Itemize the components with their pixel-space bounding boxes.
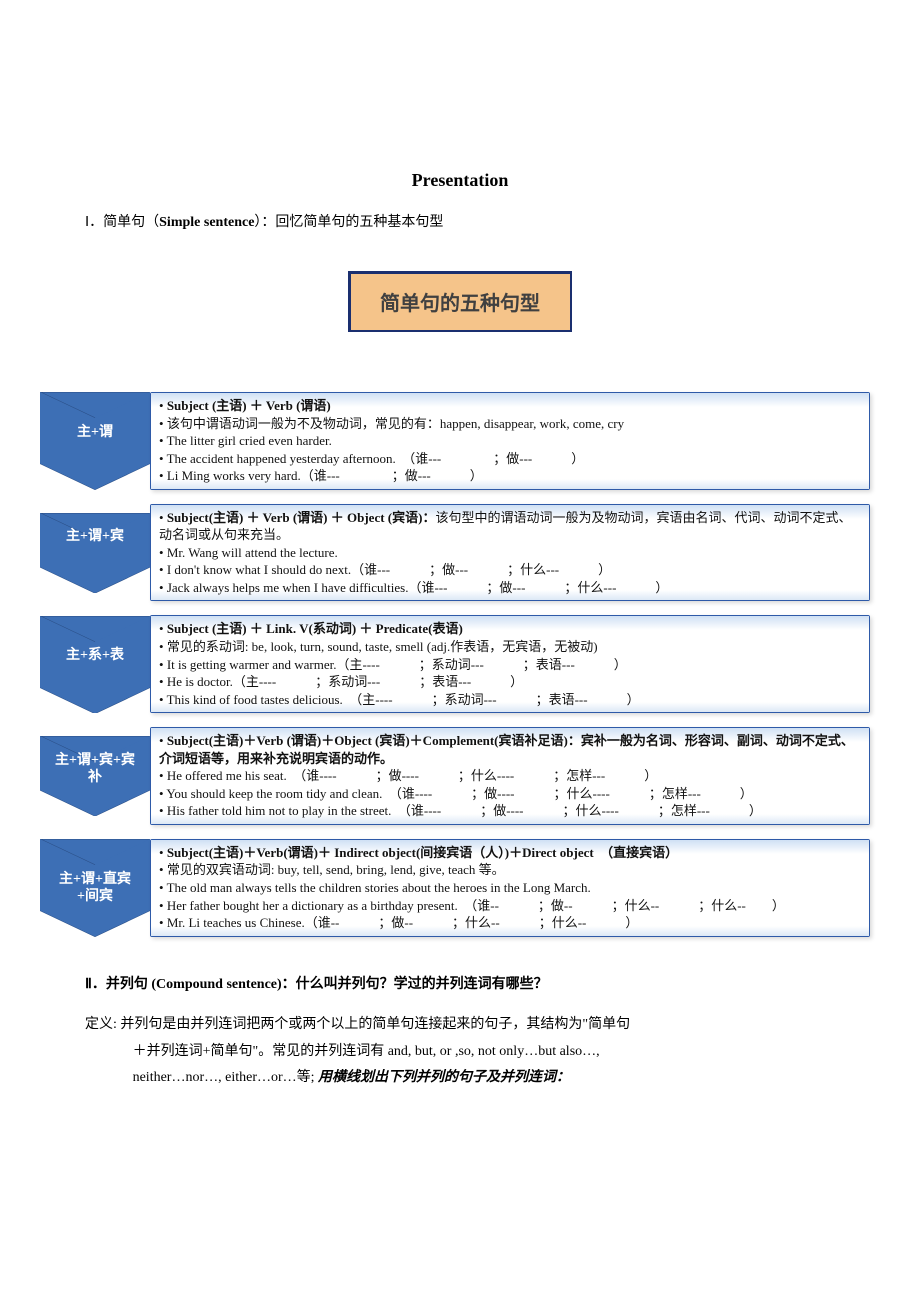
pattern-row: 主+谓+宾 Subject(主语) ＋ Verb (谓语) ＋ Object (宾… [40, 504, 870, 602]
chevron-label: 主+谓 [50, 425, 140, 442]
content-line: Mr. Li teaches us Chinese.（谁-- ；做-- ；什么-… [159, 914, 863, 932]
section1-heading: Ⅰ．简单句（Simple sentence）：回忆简单句的五种基本句型 [85, 211, 835, 231]
content-line: Jack always helps me when I have difficu… [159, 579, 863, 597]
chevron-label: 主+谓+宾+宾补 [50, 753, 140, 787]
pattern-content: Subject(主语) ＋ Verb (谓语) ＋ Object (宾语)：该句… [150, 504, 870, 602]
chevron-icon: 主+系+表 [40, 615, 150, 713]
pattern-content: Subject (主语) ＋ Link. V(系动词) ＋ Predicate(… [150, 615, 870, 713]
content-line: You should keep the room tidy and clean.… [159, 785, 863, 803]
chevron-label: 主+谓+直宾+间宾 [50, 872, 140, 906]
section2-heading: Ⅱ．并列句 (Compound sentence)：什么叫并列句？学过的并列连词… [85, 972, 835, 999]
chevron-icon: 主+谓+宾 [40, 504, 150, 602]
content-line: This kind of food tastes delicious. （主--… [159, 691, 863, 709]
pattern-content: Subject (主语) ＋ Verb (谓语)该句中谓语动词一般为不及物动词，… [150, 392, 870, 490]
content-line: Her father bought her a dictionary as a … [159, 897, 863, 915]
pattern-list: 主+谓 Subject (主语) ＋ Verb (谓语)该句中谓语动词一般为不及物… [40, 392, 870, 937]
section1-suffix: ）：回忆简单句的五种基本句型 [254, 215, 443, 230]
section1-prefix: Ⅰ．简单句（ [85, 215, 159, 230]
content-line: Subject(主语)＋Verb(谓语)＋ Indirect object(间接… [159, 844, 863, 862]
content-line: Li Ming works very hard.（谁--- ；做--- ） [159, 467, 863, 485]
content-line: Subject(主语) ＋ Verb (谓语) ＋ Object (宾语)：该句… [159, 509, 863, 544]
chevron-icon: 主+谓+宾+宾补 [40, 727, 150, 825]
pattern-content: Subject(主语)＋Verb(谓语)＋ Indirect object(间接… [150, 839, 870, 937]
pattern-row: 主+系+表 Subject (主语) ＋ Link. V(系动词) ＋ Predi… [40, 615, 870, 713]
content-line: 常见的双宾语动词: buy, tell, send, bring, lend, … [159, 861, 863, 879]
content-line: 该句中谓语动词一般为不及物动词，常见的有：happen, disappear, … [159, 415, 863, 433]
section1-bold: Simple sentence [159, 215, 254, 230]
content-line: 常见的系动词: be, look, turn, sound, taste, sm… [159, 638, 863, 656]
pattern-row: 主+谓+宾+宾补 Subject(主语)＋Verb (谓语)＋Object (宾语… [40, 727, 870, 825]
def-body-2: ＋并列连词+简单句"。常见的并列连词有 and, but, or ,so, no… [133, 1044, 600, 1059]
content-line: I don't know what I should do next.（谁---… [159, 561, 863, 579]
page-title: Presentation [85, 170, 835, 191]
def-label: 定义: [85, 1017, 120, 1032]
pattern-row: 主+谓+直宾+间宾 Subject(主语)＋Verb(谓语)＋ Indirect … [40, 839, 870, 937]
content-line: He is doctor.（主---- ；系动词--- ；表语--- ） [159, 673, 863, 691]
content-line: Subject(主语)＋Verb (谓语)＋Object (宾语)＋Comple… [159, 732, 863, 767]
def-body-1: 并列句是由并列连词把两个或两个以上的简单句连接起来的句子，其结构为"简单句 [120, 1017, 630, 1032]
def-kaiti: 用横线划出下列并列的句子及并列连词： [318, 1070, 570, 1085]
content-line: The litter girl cried even harder. [159, 432, 863, 450]
content-line: Subject (主语) ＋ Link. V(系动词) ＋ Predicate(… [159, 620, 863, 638]
content-line: The old man always tells the children st… [159, 879, 863, 897]
chevron-label: 主+谓+宾 [50, 529, 140, 546]
pattern-content: Subject(主语)＋Verb (谓语)＋Object (宾语)＋Comple… [150, 727, 870, 825]
chevron-label: 主+系+表 [50, 648, 140, 665]
content-line: It is getting warmer and warmer.（主---- ；… [159, 656, 863, 674]
pattern-row: 主+谓 Subject (主语) ＋ Verb (谓语)该句中谓语动词一般为不及物… [40, 392, 870, 490]
chevron-icon: 主+谓 [40, 392, 150, 490]
banner: 简单句的五种句型 [348, 271, 572, 332]
def-body-3: neither…nor…, either…or…等; [133, 1070, 318, 1085]
chevron-icon: 主+谓+直宾+间宾 [40, 839, 150, 937]
content-line: He offered me his seat. （谁---- ；做---- ；什… [159, 767, 863, 785]
definition-paragraph: 定义: 并列句是由并列连词把两个或两个以上的简单句连接起来的句子，其结构为"简单… [85, 1012, 835, 1092]
content-line: Mr. Wang will attend the lecture. [159, 544, 863, 562]
content-line: His father told him not to play in the s… [159, 802, 863, 820]
content-line: The accident happened yesterday afternoo… [159, 450, 863, 468]
content-line: Subject (主语) ＋ Verb (谓语) [159, 397, 863, 415]
section2-heading-text: Ⅱ．并列句 (Compound sentence)：什么叫并列句？学过的并列连词… [85, 977, 548, 992]
